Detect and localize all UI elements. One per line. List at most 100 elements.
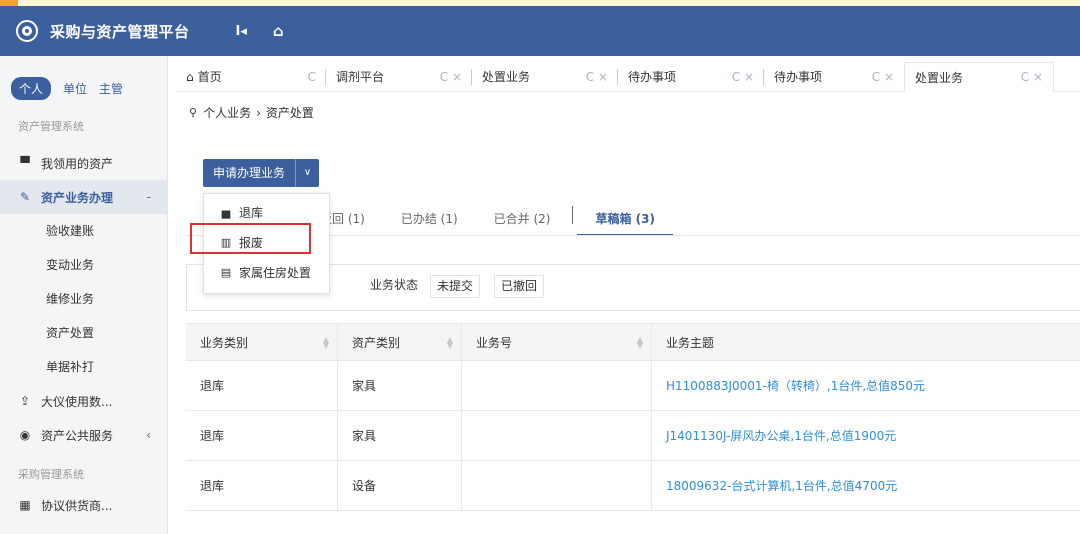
header-asset-type[interactable]: 资产类别 ▲ ▼ bbox=[338, 324, 462, 360]
filter-label-status: 业务状态 bbox=[370, 278, 419, 292]
subject-link[interactable]: J1401130J-屏风办公桌,1台件,总值1900元 bbox=[666, 427, 896, 444]
breadcrumb: ⚲ 个人业务 › 资产处置 bbox=[189, 104, 314, 121]
highlight-annotation-box bbox=[190, 223, 311, 254]
header-number[interactable]: 业务号 ▲ ▼ bbox=[462, 324, 652, 360]
header-label: 业务类别 bbox=[200, 335, 249, 350]
breadcrumb-separator: › bbox=[256, 105, 261, 120]
cell-asset-type: 设备 bbox=[338, 461, 462, 510]
chevron-down-icon[interactable]: ∨ bbox=[295, 159, 320, 187]
tab-label: 处置业务 bbox=[915, 70, 964, 85]
status-tab-divider bbox=[572, 206, 574, 224]
bank-icon: ▤ bbox=[220, 265, 232, 279]
sidebar-item-label: 协议供货商... bbox=[41, 498, 113, 513]
header-label: 业务主题 bbox=[666, 335, 715, 350]
header-subject[interactable]: 业务主题 bbox=[652, 324, 1080, 360]
sidebar-subitem-acceptance[interactable]: 验收建账 bbox=[0, 214, 167, 248]
sidebar-subitem-disposal[interactable]: 资产处置 bbox=[0, 316, 167, 350]
refresh-close-icons[interactable]: C × bbox=[440, 70, 462, 84]
cell-asset-type: 家具 bbox=[338, 361, 462, 410]
table-row[interactable]: 退库 设备 18009632-台式计算机,1台件,总值4700元 bbox=[186, 461, 1080, 511]
refresh-close-icons[interactable]: C × bbox=[1021, 70, 1043, 84]
sort-icon[interactable]: ▲ ▼ bbox=[447, 336, 453, 350]
sort-icon[interactable]: ▲ ▼ bbox=[637, 336, 643, 350]
cell-subject: H1100883J0001-椅（转椅）,1台件,总值850元 bbox=[652, 361, 1080, 410]
page-tabs: ⌂ 首页 C 调剂平台 C × 处置业务 C × 待办事项 C × 待办事项 C… bbox=[176, 61, 1080, 92]
role-tab-personal[interactable]: 个人 bbox=[11, 77, 52, 100]
sidebar-item-label: 大仪使用数... bbox=[41, 394, 113, 409]
table-row[interactable]: 退库 家具 H1100883J0001-椅（转椅）,1台件,总值850元 bbox=[186, 361, 1080, 411]
cell-number bbox=[462, 461, 652, 510]
refresh-close-icons[interactable]: C × bbox=[586, 70, 608, 84]
platform-logo-icon bbox=[16, 20, 38, 42]
sidebar-item-instrument-usage[interactable]: ⇪ 大仪使用数... bbox=[0, 384, 167, 418]
sidebar-item-asset-business[interactable]: ✎ 资产业务办理 - bbox=[0, 180, 167, 214]
status-tab-drafts[interactable]: 草稿箱 (3) bbox=[577, 204, 673, 236]
collapse-indicator: - bbox=[146, 190, 151, 204]
sidebar-item-public-service[interactable]: ◉ 资产公共服务 ‹ bbox=[0, 418, 167, 452]
home-icon[interactable]: ⌂ bbox=[273, 22, 284, 40]
subject-link[interactable]: H1100883J0001-椅（转椅）,1台件,总值850元 bbox=[666, 377, 925, 394]
table-header-row: 业务类别 ▲ ▼ 资产类别 ▲ ▼ 业务号 ▲ ▼ 业务主题 bbox=[186, 323, 1080, 361]
tab-label: 处置业务 bbox=[482, 70, 531, 84]
business-table: 业务类别 ▲ ▼ 资产类别 ▲ ▼ 业务号 ▲ ▼ 业务主题 退库 家具 H1100883J… bbox=[186, 323, 1080, 511]
app-title: 采购与资产管理平台 bbox=[50, 22, 190, 41]
tab-disposal-active[interactable]: 处置业务 C × bbox=[904, 61, 1054, 92]
grid-icon: ▦ bbox=[19, 498, 31, 512]
collapse-sidebar-icon[interactable]: I◂ bbox=[236, 24, 247, 39]
cell-category: 退库 bbox=[186, 411, 338, 460]
filter-option-withdrawn[interactable]: 已撤回 bbox=[494, 275, 545, 298]
tab-disposal[interactable]: 处置业务 C × bbox=[472, 62, 618, 92]
sidebar-item-label: 资产业务办理 bbox=[41, 190, 114, 205]
expand-indicator: ‹ bbox=[146, 428, 151, 442]
tab-adjust-platform[interactable]: 调剂平台 C × bbox=[326, 62, 472, 92]
breadcrumb-first[interactable]: 个人业务 bbox=[203, 104, 251, 121]
tab-todo-2[interactable]: 待办事项 C × bbox=[764, 62, 904, 92]
header-category[interactable]: 业务类别 ▲ ▼ bbox=[186, 324, 338, 360]
cell-number bbox=[462, 361, 652, 410]
cell-asset-type: 家具 bbox=[338, 411, 462, 460]
globe-icon: ◉ bbox=[19, 428, 31, 442]
sidebar-item-label: 我领用的资产 bbox=[41, 156, 114, 171]
sort-icon[interactable]: ▲ ▼ bbox=[323, 336, 329, 350]
cell-subject: J1401130J-屏风办公桌,1台件,总值1900元 bbox=[652, 411, 1080, 460]
refresh-close-icons[interactable]: C × bbox=[732, 70, 754, 84]
menu-item-housing-disposal[interactable]: ▤ 家属住房处置 bbox=[204, 257, 329, 287]
desktop-icon: ▀ bbox=[20, 156, 30, 170]
refresh-icon[interactable]: C bbox=[308, 70, 316, 84]
upload-icon: ⇪ bbox=[19, 394, 31, 408]
refresh-close-icons[interactable]: C × bbox=[872, 70, 894, 84]
home-outline-icon: ⌂ bbox=[186, 69, 194, 84]
role-tab-supervisor[interactable]: 主管 bbox=[99, 80, 123, 97]
group-title-procurement: 采购管理系统 bbox=[18, 468, 84, 481]
cell-number bbox=[462, 411, 652, 460]
truck-icon: ▅ bbox=[221, 205, 231, 219]
filter-option-unsubmitted[interactable]: 未提交 bbox=[430, 275, 481, 298]
cell-category: 退库 bbox=[186, 461, 338, 510]
tab-label: 首页 bbox=[197, 70, 222, 84]
sidebar-subitem-change[interactable]: 变动业务 bbox=[0, 248, 167, 282]
header-label: 业务号 bbox=[476, 335, 513, 350]
cell-category: 退库 bbox=[186, 361, 338, 410]
top-header: 采购与资产管理平台 I◂ ⌂ bbox=[0, 6, 1080, 56]
sidebar-item-my-assets[interactable]: ▀ 我领用的资产 bbox=[0, 146, 167, 180]
sidebar-item-suppliers[interactable]: ▦ 协议供货商... bbox=[0, 488, 167, 522]
group-title-asset: 资产管理系统 bbox=[18, 120, 84, 133]
tab-todo[interactable]: 待办事项 C × bbox=[618, 62, 764, 92]
subject-link[interactable]: 18009632-台式计算机,1台件,总值4700元 bbox=[666, 477, 897, 494]
role-tab-unit[interactable]: 单位 bbox=[63, 80, 87, 97]
sidebar: 个人 单位 主管 资产管理系统 ▀ 我领用的资产 ✎ 资产业务办理 - 验收建账… bbox=[0, 56, 168, 534]
apply-business-split-button: 申请办理业务 ∨ bbox=[203, 159, 320, 187]
table-row[interactable]: 退库 家具 J1401130J-屏风办公桌,1台件,总值1900元 bbox=[186, 411, 1080, 461]
tab-home[interactable]: ⌂ 首页 C bbox=[176, 62, 326, 92]
status-tab-completed[interactable]: 已办结 (1) bbox=[383, 204, 476, 236]
pencil-icon: ✎ bbox=[19, 190, 31, 204]
menu-item-label: 家属住房处置 bbox=[239, 265, 312, 280]
status-tab-merged[interactable]: 已合并 (2) bbox=[476, 204, 569, 236]
tab-label: 待办事项 bbox=[628, 70, 677, 84]
sidebar-subitem-repair[interactable]: 维修业务 bbox=[0, 282, 167, 316]
sidebar-subitem-reprint[interactable]: 单据补打 bbox=[0, 350, 167, 384]
status-tabs: 驳回 (1) 已办结 (1) 已合并 (2) 草稿箱 (3) bbox=[300, 204, 673, 236]
apply-business-button[interactable]: 申请办理业务 bbox=[203, 159, 296, 187]
header-label: 资产类别 bbox=[352, 335, 401, 350]
menu-item-label: 退库 bbox=[239, 205, 264, 220]
